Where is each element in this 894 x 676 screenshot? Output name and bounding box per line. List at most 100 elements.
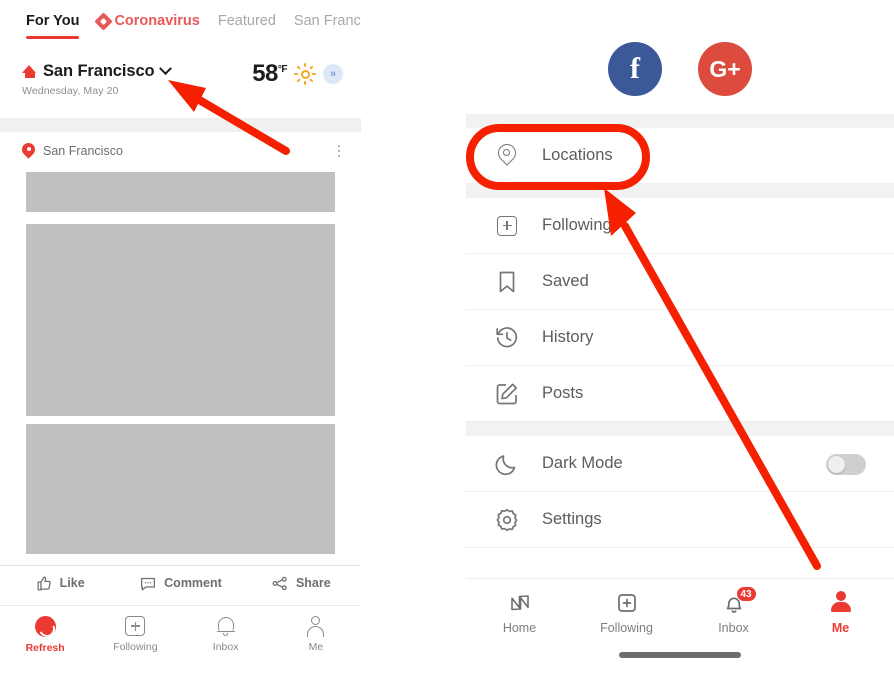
feed-card-location-label: San Francisco [43,144,123,158]
home-indicator-bar [619,652,741,658]
menu-item-settings[interactable]: Settings [466,492,894,548]
menu-item-posts-label: Posts [542,384,584,402]
category-tab-bar: For You Coronavirus Featured San Francis [0,0,361,44]
inbox-badge: 43 [735,586,757,602]
tab-san-francisco[interactable]: San Francis [294,12,361,30]
tab-for-you[interactable]: For You [26,12,80,39]
left-bottom-navigation: Refresh Following Inbox Me [0,605,361,676]
tab-san-francisco-label: San Francis [293,13,361,29]
plus-box-icon [494,213,520,239]
rnav-following-label: Following [600,621,653,635]
edit-square-icon [494,381,520,407]
menu-spacer-band [466,422,894,436]
weather-location-block[interactable]: San Francisco Wednesday, May 20 [22,58,252,97]
kebab-menu-icon[interactable] [335,142,344,161]
active-tab-underline [26,36,80,39]
nav-refresh-label: Refresh [25,642,65,654]
left-phone-panel: For You Coronavirus Featured San Francis… [0,0,361,676]
temperature-value: 58°F [252,60,288,87]
screenshot-root: For You Coronavirus Featured San Francis… [0,0,894,676]
nav-following-label: Following [113,641,158,653]
menu-spacer-band [466,184,894,198]
facebook-icon: f [630,52,640,85]
google-plus-icon: G+ [709,55,741,82]
content-placeholder-block [26,172,335,212]
menu-item-locations[interactable]: Locations [466,128,894,184]
history-clock-icon [494,325,520,351]
social-login-row: f G+ [466,38,894,100]
content-placeholder-block [26,424,335,554]
menu-item-posts[interactable]: Posts [466,366,894,422]
comment-label: Comment [164,576,222,590]
bookmark-icon [494,269,520,295]
post-action-bar: Like Comment Share [0,565,361,600]
share-nodes-icon [272,576,287,590]
rnav-home[interactable]: Home [466,591,573,635]
facebook-login-button[interactable]: f [608,42,662,96]
diamond-icon [94,11,114,31]
rnav-home-label: Home [502,621,537,635]
menu-item-following[interactable]: Following [466,198,894,254]
like-label: Like [59,576,85,590]
plus-box-icon [615,591,639,615]
menu-item-saved[interactable]: Saved [466,254,894,310]
location-pin-icon [494,139,520,169]
rnav-inbox[interactable]: 43 Inbox [680,586,787,635]
menu-spacer-band [466,114,894,128]
sun-icon [294,63,316,85]
nav-refresh[interactable]: Refresh [0,616,90,654]
city-selector[interactable]: San Francisco [22,62,252,81]
tab-for-you-label: For You [26,13,80,29]
tab-coronavirus[interactable]: Coronavirus [94,11,200,31]
newsbreak-logo-icon [508,591,532,615]
dark-mode-toggle[interactable] [826,454,866,475]
right-phone-panel: f G+ Locations Following Saved History P… [466,0,894,676]
temperature-unit: °F [277,64,288,75]
bell-icon: 43 [722,586,757,615]
comment-bubble-icon [141,577,156,591]
menu-item-history[interactable]: History [466,310,894,366]
bell-icon [216,616,235,636]
share-button[interactable]: Share [241,575,361,592]
thumbs-up-icon [37,575,51,591]
weather-expand-icon[interactable]: » [323,64,343,84]
chevron-down-icon[interactable] [158,62,172,76]
tab-featured-label: Featured [217,13,276,29]
menu-item-history-label: History [542,328,594,346]
moon-icon [494,451,520,477]
rnav-me[interactable]: Me [787,591,894,635]
menu-item-dark-mode-label: Dark Mode [542,454,623,472]
gear-icon [494,507,520,533]
feed-card-header: San Francisco [0,137,361,165]
person-icon [306,616,325,637]
content-placeholder-block [26,224,335,416]
location-pin-icon [22,143,35,159]
home-icon [22,65,37,78]
nav-following[interactable]: Following [90,616,180,653]
share-label: Share [295,576,331,590]
rnav-inbox-label: Inbox [718,621,749,635]
menu-item-saved-label: Saved [542,272,589,290]
nav-me[interactable]: Me [271,616,361,653]
weather-summary[interactable]: 58°F » [252,58,343,88]
plus-box-icon [125,616,146,636]
section-spacer-band [0,118,361,132]
like-button[interactable]: Like [0,575,120,592]
weather-header: San Francisco Wednesday, May 20 58°F » [0,58,361,114]
tab-featured[interactable]: Featured [218,12,276,30]
menu-item-dark-mode[interactable]: Dark Mode [466,436,894,492]
menu-item-settings-label: Settings [542,510,602,528]
rnav-me-label: Me [831,621,850,635]
right-bottom-navigation: Home Following 43 Inbox Me [466,578,894,676]
google-plus-login-button[interactable]: G+ [698,42,752,96]
rnav-following[interactable]: Following [573,591,680,635]
comment-button[interactable]: Comment [120,575,240,592]
menu-item-locations-label: Locations [542,146,613,164]
menu-item-following-label: Following [542,216,612,234]
person-filled-icon [829,591,853,615]
nav-me-label: Me [308,641,324,653]
city-name-label: San Francisco [43,62,155,80]
nav-inbox[interactable]: Inbox [181,616,271,653]
tab-coronavirus-label: Coronavirus [114,13,200,29]
nav-inbox-label: Inbox [212,641,239,653]
